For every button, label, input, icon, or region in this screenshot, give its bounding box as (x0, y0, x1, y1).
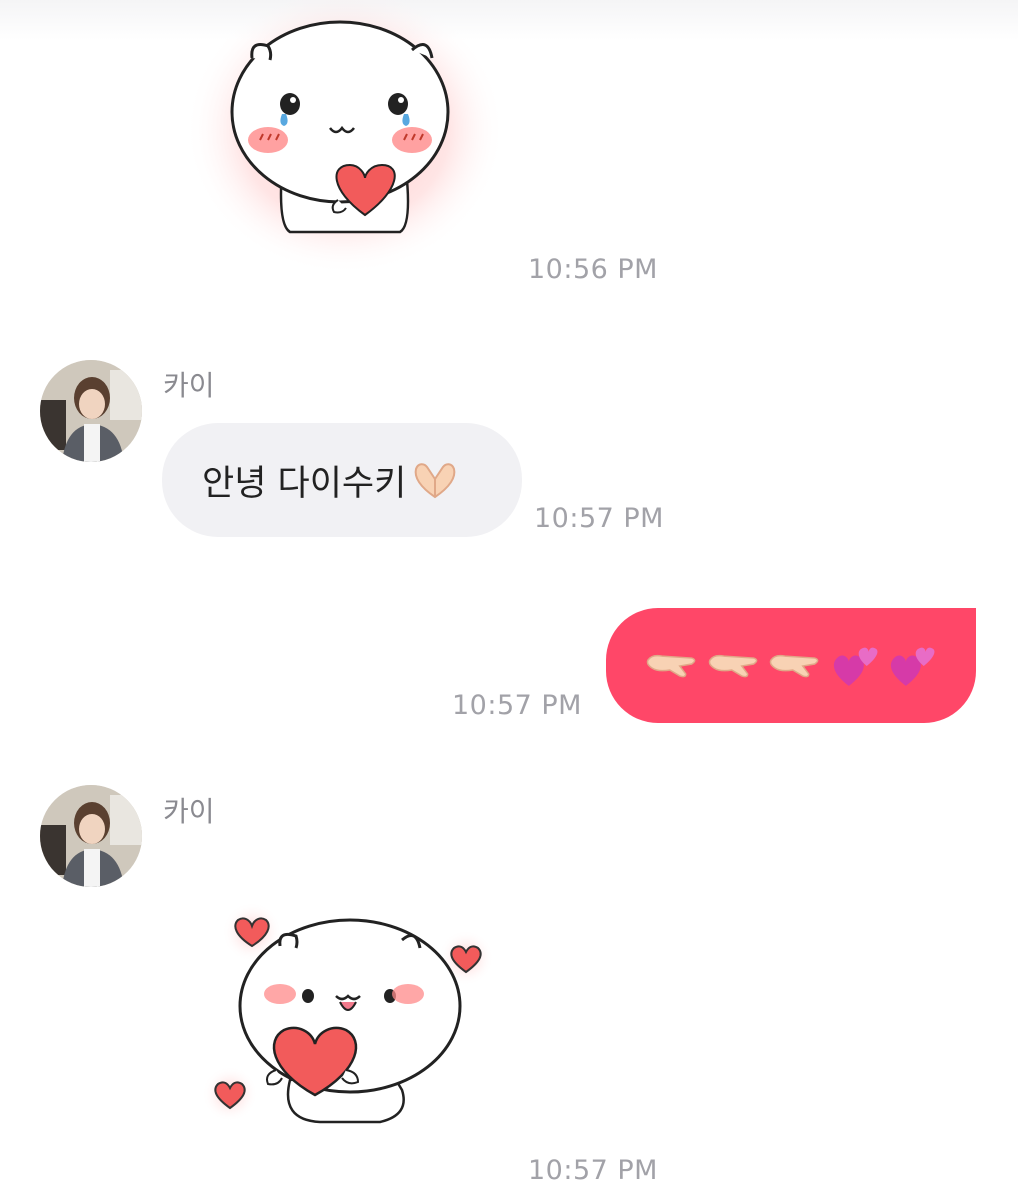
heart-hands-emoji-icon (414, 463, 456, 499)
happy-bear-sticker-icon (202, 902, 494, 1124)
palm-down-hand-emoji-icon (708, 654, 757, 677)
timestamp: 10:57 PM (452, 690, 582, 721)
crying-bear-sticker-icon (190, 0, 505, 275)
avatar[interactable] (40, 360, 142, 462)
sender-name: 카이 (163, 795, 215, 828)
profile-photo-icon (40, 360, 142, 462)
outgoing-message-bubble[interactable] (606, 608, 976, 723)
message-text: 안녕 다이수키 (202, 463, 407, 504)
sticker-crying-bear[interactable] (190, 0, 510, 280)
sender-name: 카이 (163, 369, 215, 402)
timestamp: 10:56 PM (528, 254, 658, 285)
two-hearts-emoji-icon (833, 647, 878, 686)
avatar[interactable] (40, 785, 142, 887)
palm-down-hand-emoji-icon (769, 654, 819, 677)
sticker-happy-bear[interactable] (180, 900, 510, 1140)
profile-photo-icon (40, 785, 142, 887)
palm-down-hand-emoji-icon (646, 654, 696, 677)
timestamp: 10:57 PM (534, 503, 664, 534)
two-hearts-emoji-icon (891, 647, 935, 686)
incoming-message-bubble[interactable]: 안녕 다이수키 (162, 423, 522, 537)
timestamp: 10:57 PM (528, 1155, 658, 1186)
